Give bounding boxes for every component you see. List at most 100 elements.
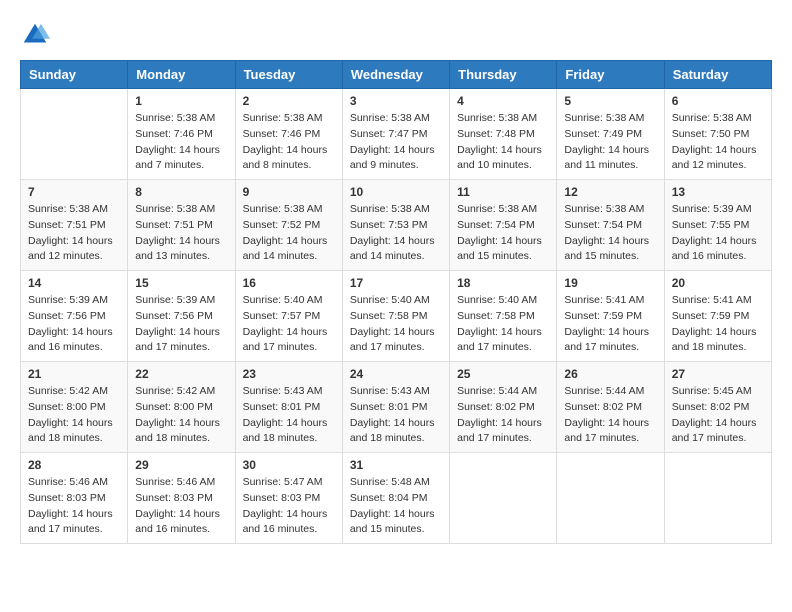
day-info: Sunrise: 5:44 AMSunset: 8:02 PMDaylight:…: [457, 384, 549, 447]
day-info: Sunrise: 5:48 AMSunset: 8:04 PMDaylight:…: [350, 475, 442, 538]
day-info: Sunrise: 5:38 AMSunset: 7:49 PMDaylight:…: [564, 111, 656, 174]
day-number: 19: [564, 276, 656, 290]
day-info: Sunrise: 5:46 AMSunset: 8:03 PMDaylight:…: [135, 475, 227, 538]
calendar-cell: 11 Sunrise: 5:38 AMSunset: 7:54 PMDayligh…: [450, 180, 557, 271]
day-number: 28: [28, 458, 120, 472]
calendar-cell: 4 Sunrise: 5:38 AMSunset: 7:48 PMDaylight…: [450, 89, 557, 180]
day-info: Sunrise: 5:38 AMSunset: 7:54 PMDaylight:…: [564, 202, 656, 265]
calendar-cell: 5 Sunrise: 5:38 AMSunset: 7:49 PMDaylight…: [557, 89, 664, 180]
calendar-day-header: Friday: [557, 61, 664, 89]
calendar-week-row: 14 Sunrise: 5:39 AMSunset: 7:56 PMDayligh…: [21, 271, 772, 362]
calendar-cell: 7 Sunrise: 5:38 AMSunset: 7:51 PMDaylight…: [21, 180, 128, 271]
day-number: 2: [243, 94, 335, 108]
day-info: Sunrise: 5:38 AMSunset: 7:51 PMDaylight:…: [135, 202, 227, 265]
day-number: 27: [672, 367, 764, 381]
calendar-day-header: Monday: [128, 61, 235, 89]
page-header: [20, 20, 772, 50]
day-number: 5: [564, 94, 656, 108]
calendar-cell: 18Sunrise: 5:40 AMSunset: 7:58 PMDayligh…: [450, 271, 557, 362]
day-number: 12: [564, 185, 656, 199]
calendar-cell: 23 Sunrise: 5:43 AMSunset: 8:01 PMDayligh…: [235, 362, 342, 453]
day-info: Sunrise: 5:46 AMSunset: 8:03 PMDaylight:…: [28, 475, 120, 538]
day-number: 26: [564, 367, 656, 381]
calendar-cell: 22 Sunrise: 5:42 AMSunset: 8:00 PMDayligh…: [128, 362, 235, 453]
calendar-day-header: Tuesday: [235, 61, 342, 89]
day-info: Sunrise: 5:38 AMSunset: 7:54 PMDaylight:…: [457, 202, 549, 265]
calendar-cell: [450, 453, 557, 544]
day-number: 16: [243, 276, 335, 290]
day-info: Sunrise: 5:38 AMSunset: 7:53 PMDaylight:…: [350, 202, 442, 265]
calendar-week-row: 1 Sunrise: 5:38 AMSunset: 7:46 PMDaylight…: [21, 89, 772, 180]
day-number: 4: [457, 94, 549, 108]
calendar-day-header: Sunday: [21, 61, 128, 89]
day-info: Sunrise: 5:39 AMSunset: 7:56 PMDaylight:…: [28, 293, 120, 356]
calendar-cell: 24 Sunrise: 5:43 AMSunset: 8:01 PMDayligh…: [342, 362, 449, 453]
calendar-day-header: Saturday: [664, 61, 771, 89]
day-number: 8: [135, 185, 227, 199]
day-info: Sunrise: 5:42 AMSunset: 8:00 PMDaylight:…: [28, 384, 120, 447]
day-info: Sunrise: 5:43 AMSunset: 8:01 PMDaylight:…: [243, 384, 335, 447]
calendar-cell: 1 Sunrise: 5:38 AMSunset: 7:46 PMDaylight…: [128, 89, 235, 180]
calendar-cell: 3 Sunrise: 5:38 AMSunset: 7:47 PMDaylight…: [342, 89, 449, 180]
calendar-cell: 26 Sunrise: 5:44 AMSunset: 8:02 PMDayligh…: [557, 362, 664, 453]
day-number: 3: [350, 94, 442, 108]
day-info: Sunrise: 5:39 AMSunset: 7:55 PMDaylight:…: [672, 202, 764, 265]
calendar-cell: 25 Sunrise: 5:44 AMSunset: 8:02 PMDayligh…: [450, 362, 557, 453]
calendar-cell: 27 Sunrise: 5:45 AMSunset: 8:02 PMDayligh…: [664, 362, 771, 453]
calendar-cell: 21Sunrise: 5:42 AMSunset: 8:00 PMDayligh…: [21, 362, 128, 453]
day-number: 6: [672, 94, 764, 108]
calendar-day-header: Thursday: [450, 61, 557, 89]
day-number: 7: [28, 185, 120, 199]
calendar-cell: 19Sunrise: 5:41 AMSunset: 7:59 PMDayligh…: [557, 271, 664, 362]
calendar-cell: 2 Sunrise: 5:38 AMSunset: 7:46 PMDaylight…: [235, 89, 342, 180]
day-info: Sunrise: 5:38 AMSunset: 7:51 PMDaylight:…: [28, 202, 120, 265]
calendar-cell: 29 Sunrise: 5:46 AMSunset: 8:03 PMDayligh…: [128, 453, 235, 544]
day-info: Sunrise: 5:38 AMSunset: 7:46 PMDaylight:…: [135, 111, 227, 174]
day-info: Sunrise: 5:44 AMSunset: 8:02 PMDaylight:…: [564, 384, 656, 447]
day-info: Sunrise: 5:38 AMSunset: 7:52 PMDaylight:…: [243, 202, 335, 265]
day-info: Sunrise: 5:38 AMSunset: 7:47 PMDaylight:…: [350, 111, 442, 174]
day-info: Sunrise: 5:38 AMSunset: 7:50 PMDaylight:…: [672, 111, 764, 174]
calendar-header-row: SundayMondayTuesdayWednesdayThursdayFrid…: [21, 61, 772, 89]
calendar-cell: [664, 453, 771, 544]
calendar-cell: [557, 453, 664, 544]
calendar-week-row: 7 Sunrise: 5:38 AMSunset: 7:51 PMDaylight…: [21, 180, 772, 271]
day-info: Sunrise: 5:41 AMSunset: 7:59 PMDaylight:…: [672, 293, 764, 356]
calendar-cell: 10 Sunrise: 5:38 AMSunset: 7:53 PMDayligh…: [342, 180, 449, 271]
day-number: 25: [457, 367, 549, 381]
calendar-week-row: 21Sunrise: 5:42 AMSunset: 8:00 PMDayligh…: [21, 362, 772, 453]
day-number: 13: [672, 185, 764, 199]
day-number: 9: [243, 185, 335, 199]
day-info: Sunrise: 5:47 AMSunset: 8:03 PMDaylight:…: [243, 475, 335, 538]
day-number: 30: [243, 458, 335, 472]
calendar-table: SundayMondayTuesdayWednesdayThursdayFrid…: [20, 60, 772, 544]
day-number: 10: [350, 185, 442, 199]
calendar-cell: 8 Sunrise: 5:38 AMSunset: 7:51 PMDaylight…: [128, 180, 235, 271]
day-number: 15: [135, 276, 227, 290]
calendar-cell: 15Sunrise: 5:39 AMSunset: 7:56 PMDayligh…: [128, 271, 235, 362]
calendar-cell: 16 Sunrise: 5:40 AMSunset: 7:57 PMDayligh…: [235, 271, 342, 362]
calendar-cell: 31Sunrise: 5:48 AMSunset: 8:04 PMDayligh…: [342, 453, 449, 544]
day-number: 11: [457, 185, 549, 199]
day-number: 23: [243, 367, 335, 381]
calendar-week-row: 28 Sunrise: 5:46 AMSunset: 8:03 PMDayligh…: [21, 453, 772, 544]
day-number: 29: [135, 458, 227, 472]
day-info: Sunrise: 5:38 AMSunset: 7:48 PMDaylight:…: [457, 111, 549, 174]
day-number: 14: [28, 276, 120, 290]
day-number: 17: [350, 276, 442, 290]
day-info: Sunrise: 5:42 AMSunset: 8:00 PMDaylight:…: [135, 384, 227, 447]
day-number: 20: [672, 276, 764, 290]
day-number: 1: [135, 94, 227, 108]
day-info: Sunrise: 5:45 AMSunset: 8:02 PMDaylight:…: [672, 384, 764, 447]
logo: [20, 20, 54, 50]
calendar-cell: 17 Sunrise: 5:40 AMSunset: 7:58 PMDayligh…: [342, 271, 449, 362]
day-info: Sunrise: 5:38 AMSunset: 7:46 PMDaylight:…: [243, 111, 335, 174]
day-number: 22: [135, 367, 227, 381]
calendar-day-header: Wednesday: [342, 61, 449, 89]
day-number: 24: [350, 367, 442, 381]
day-info: Sunrise: 5:43 AMSunset: 8:01 PMDaylight:…: [350, 384, 442, 447]
calendar-cell: 28 Sunrise: 5:46 AMSunset: 8:03 PMDayligh…: [21, 453, 128, 544]
day-info: Sunrise: 5:40 AMSunset: 7:57 PMDaylight:…: [243, 293, 335, 356]
day-info: Sunrise: 5:40 AMSunset: 7:58 PMDaylight:…: [350, 293, 442, 356]
calendar-cell: 6 Sunrise: 5:38 AMSunset: 7:50 PMDaylight…: [664, 89, 771, 180]
